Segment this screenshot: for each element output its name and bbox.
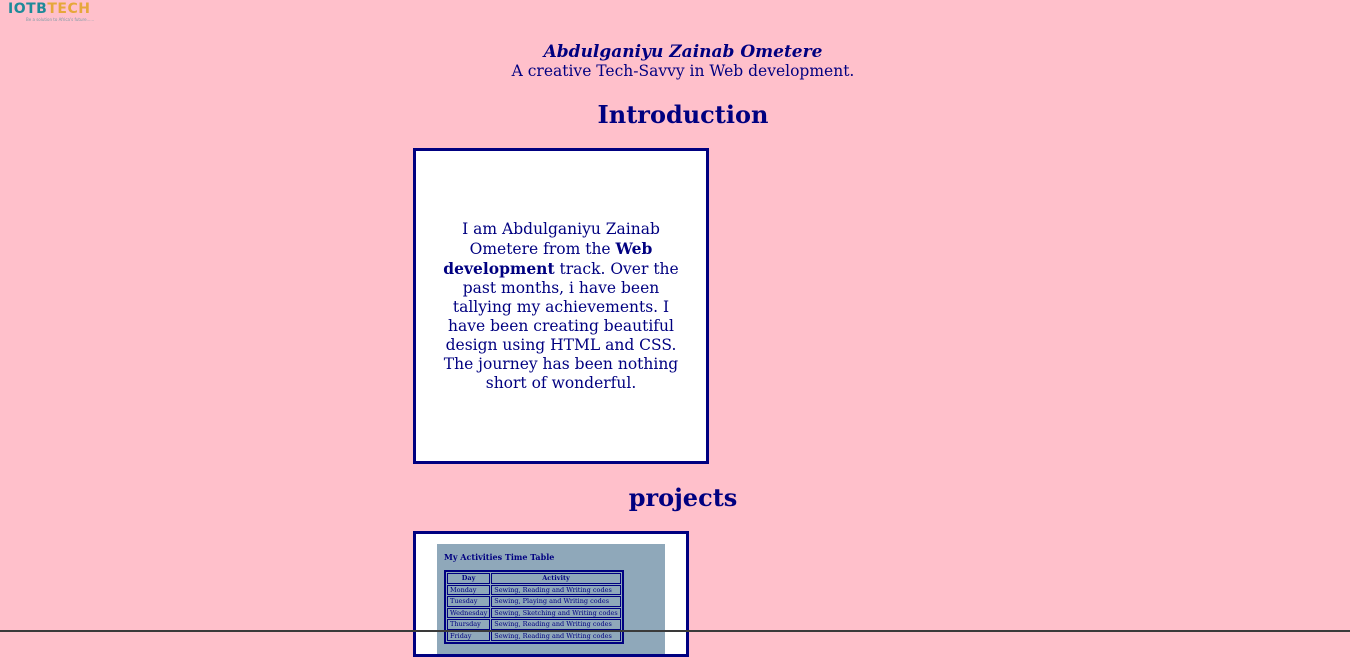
timetable-day: Wednesday (447, 607, 491, 618)
table-row: Tuesday Sewing, Playing and Writing code… (447, 596, 621, 607)
logo-wordmark: IOTBTECH (8, 2, 94, 17)
logo-tech-text: TECH (47, 1, 91, 17)
project-card[interactable]: My Activities Time Table Day Activity Mo… (413, 531, 689, 657)
timetable-activity: Sewing, Reading and Writing codes (491, 619, 621, 630)
timetable-activity: Sewing, Reading and Writing codes (491, 584, 621, 595)
timetable-day: Friday (447, 630, 491, 641)
project-preview-title: My Activities Time Table (444, 552, 555, 562)
timetable-activity: Sewing, Sketching and Writing codes (491, 607, 621, 618)
introduction-card: I am Abdulganiyu Zainab Ometere from the… (413, 148, 709, 464)
timetable-activity: Sewing, Reading and Writing codes (491, 630, 621, 641)
timetable: Day Activity Monday Sewing, Reading and … (444, 570, 624, 644)
table-row: Monday Sewing, Reading and Writing codes (447, 584, 621, 595)
page-header: Abdulganiyu Zainab Ometere A creative Te… (0, 42, 1350, 81)
logo-iot-text: IOTB (8, 1, 48, 17)
timetable-day: Monday (447, 584, 491, 595)
timetable-activity: Sewing, Playing and Writing codes (491, 596, 621, 607)
logo: IOTBTECH Be a solution to Africa's futur… (8, 2, 94, 24)
table-row: Wednesday Sewing, Sketching and Writing … (447, 607, 621, 618)
table-row: Thursday Sewing, Reading and Writing cod… (447, 619, 621, 630)
author-name: Abdulganiyu Zainab Ometere (543, 42, 823, 62)
timetable-header-row: Day Activity (447, 573, 621, 584)
intro-text-end: track. Over the past months, i have been… (443, 259, 679, 392)
timetable-header-activity: Activity (491, 573, 621, 584)
projects-heading: projects (628, 483, 738, 512)
author-tagline: A creative Tech-Savvy in Web development… (511, 62, 855, 80)
timetable-day: Tuesday (447, 596, 491, 607)
project-preview-image[interactable]: My Activities Time Table Day Activity Mo… (437, 544, 665, 654)
introduction-text: I am Abdulganiyu Zainab Ometere from the… (435, 220, 687, 393)
table-row: Friday Sewing, Reading and Writing codes (447, 630, 621, 641)
introduction-heading: Introduction (597, 100, 769, 129)
logo-tagline: Be a solution to Africa's future...... (26, 17, 95, 22)
timetable-day: Thursday (447, 619, 491, 630)
timetable-header-day: Day (447, 573, 491, 584)
